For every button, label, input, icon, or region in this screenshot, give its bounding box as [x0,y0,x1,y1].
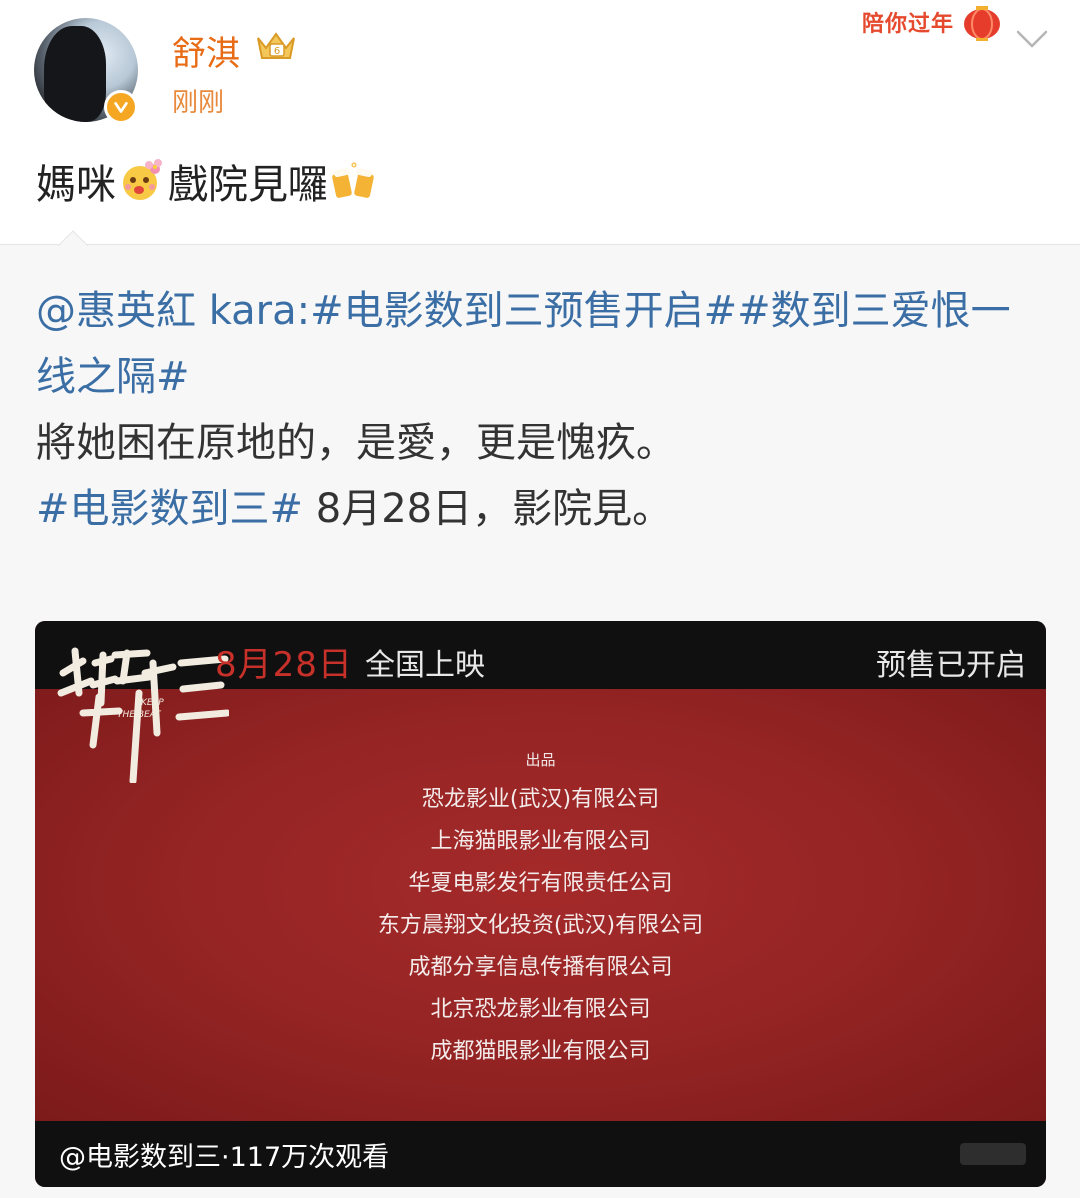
credit-line: 北京恐龙影业有限公司 [430,997,651,1022]
chevron-down-icon[interactable] [1014,26,1050,52]
mention-link[interactable]: @惠英紅 kara: [36,288,310,334]
video-caption[interactable]: @电影数到三·117万次观看 [59,1135,389,1174]
post-header: 舒淇 6 刚刚 陪你过年 [0,0,1080,140]
watermark-icon [960,1143,1026,1165]
festival-badge-text: 陪你过年 [862,12,955,37]
post-text-part1: 媽咪 [36,162,116,208]
svg-text:KEEP: KEEP [141,698,164,708]
svg-text:6: 6 [274,46,280,57]
credits-list: 出品 恐龙影业(武汉)有限公司 上海猫眼影业有限公司 华夏电影发行有限责任公司 … [35,751,1046,1073]
video-player[interactable]: KEEP THE BEAT 8月28日 全国上映 预售已开启 出品 恐龙影业(武… [35,621,1046,1187]
hashtag-presale[interactable]: #电影数到三预售开启# [310,288,737,334]
release-line: 8月28日，影院見。 [303,486,673,532]
beer-cheers-emoji-icon [332,162,374,198]
festival-badge[interactable]: 陪你过年 [862,2,1012,42]
post-body: 媽咪 戲院見囉 [36,152,380,210]
credits-heading: 出品 [525,751,556,769]
credit-line: 上海猫眼影业有限公司 [430,829,651,854]
hashtag-movie[interactable]: #电影数到三# [36,486,303,532]
presale-label: 预售已开启 [876,648,1026,683]
crown-vip-icon[interactable]: 6 [252,28,300,64]
credit-line: 东方晨翔文化投资(武汉)有限公司 [377,913,704,938]
credit-line: 恐龙影业(武汉)有限公司 [421,787,660,812]
flower-face-emoji-icon [123,159,162,200]
credit-line: 华夏电影发行有限责任公司 [408,871,673,896]
credit-line: 成都分享信息传播有限公司 [408,955,673,980]
repost-line: 將她困在原地的，是愛，更是愧疚。 [36,420,676,466]
post-text-part2: 戲院見囉 [168,162,328,208]
avatar-silhouette [44,26,106,122]
repost-pointer [58,230,88,246]
author-name[interactable]: 舒淇 [172,26,240,75]
lantern-icon [964,6,1000,41]
svg-text:THE BEAT: THE BEAT [117,710,162,720]
release-date: 8月28日 [215,645,353,685]
post-timestamp: 刚刚 [172,88,225,118]
repost-text: @惠英紅 kara:#电影数到三预售开启##数到三爱恨一线之隔# 將她困在原地的… [36,278,1046,542]
nationwide-release: 全国上映 [365,648,485,683]
credit-line: 成都猫眼影业有限公司 [430,1039,651,1064]
verified-badge-icon [104,90,138,124]
